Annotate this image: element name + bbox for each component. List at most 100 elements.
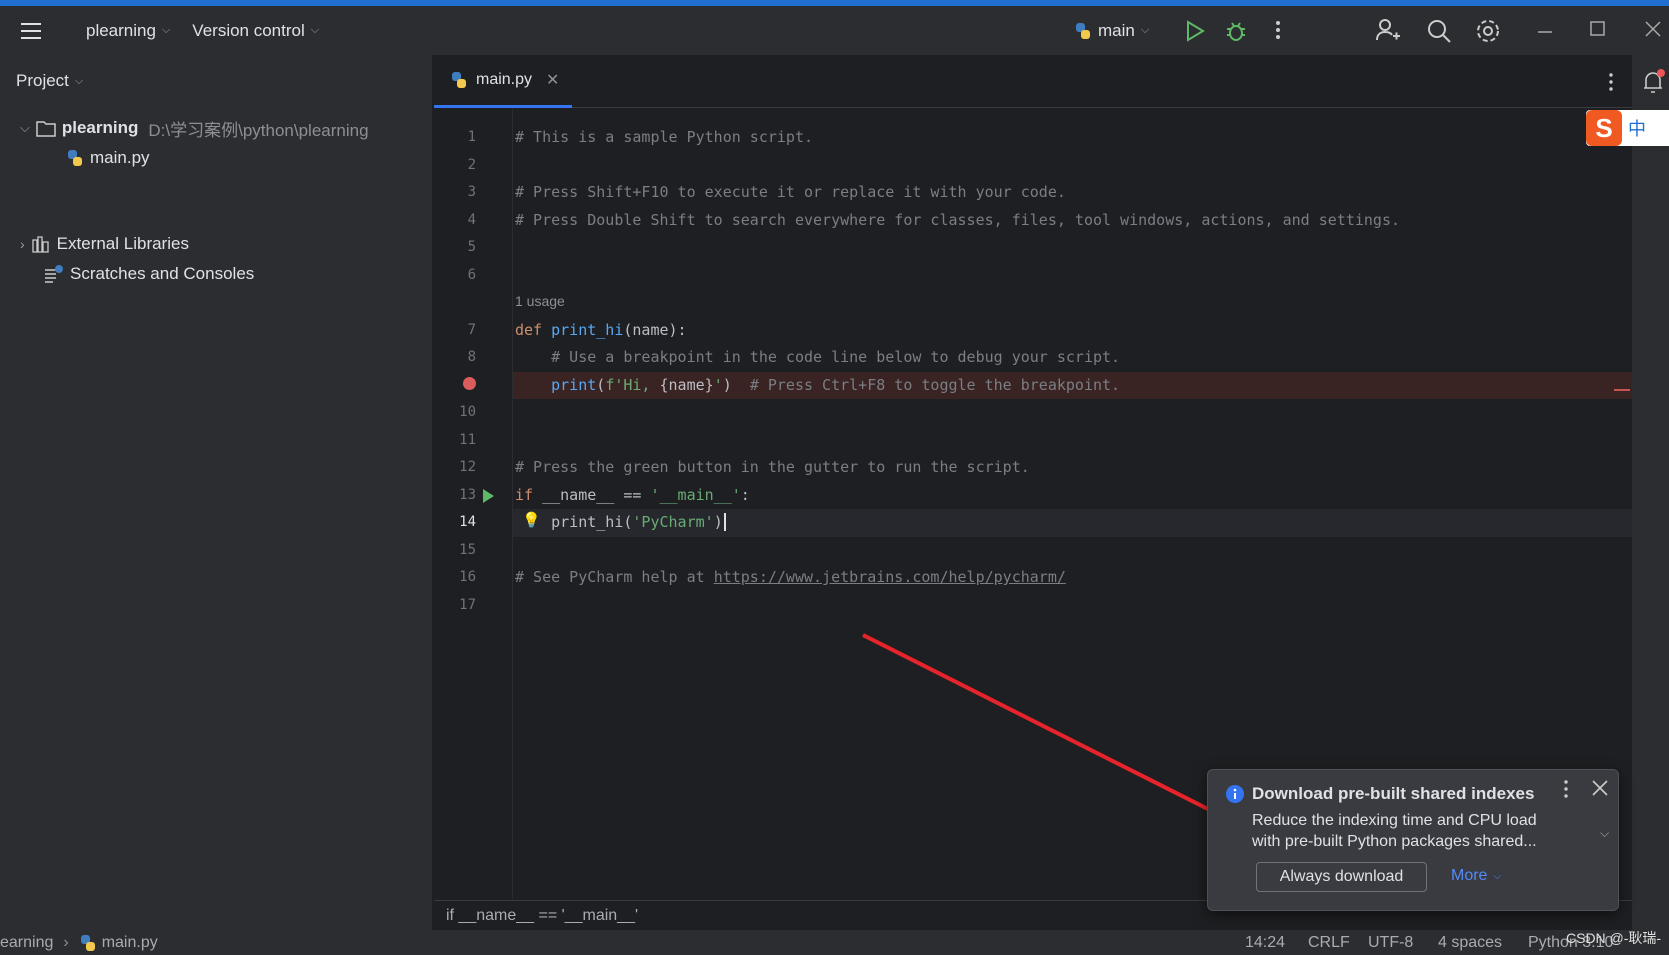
code-line[interactable]: if __name__ == '__main__': (515, 486, 750, 504)
line-number[interactable]: 17 (434, 597, 476, 613)
code-token: (name): (623, 320, 687, 339)
line-number[interactable] (434, 376, 476, 394)
sogou-logo-icon: S (1586, 110, 1622, 146)
line-number[interactable]: 6 (434, 267, 476, 283)
add-user-icon[interactable] (1375, 18, 1401, 44)
chevron-right-icon[interactable]: › (20, 236, 25, 252)
error-stripe-marker[interactable] (1614, 389, 1630, 391)
usage-hint[interactable]: 1 usage (515, 293, 565, 309)
line-separator[interactable]: CRLF (1308, 934, 1350, 952)
vcs-label: Version control (192, 20, 305, 40)
breadcrumb-text: if __name__ == '__main__' (446, 907, 639, 924)
python-file-icon (452, 72, 466, 88)
file-encoding[interactable]: UTF-8 (1368, 934, 1413, 952)
code-line[interactable]: # See PyCharm help at https://www.jetbra… (515, 568, 1066, 586)
line-number[interactable]: 8 (434, 349, 476, 365)
info-icon (1226, 785, 1244, 803)
code-line[interactable]: # Press Double Shift to search everywher… (515, 211, 1400, 229)
always-download-button[interactable]: Always download (1256, 862, 1427, 892)
python-icon (1076, 22, 1090, 39)
text-caret (723, 513, 726, 531)
tree-item-external-libraries[interactable]: › External Libraries (20, 230, 189, 258)
line-number[interactable]: 12 (434, 459, 476, 475)
chevron-down-icon: ⌵ (74, 74, 84, 87)
chevron-down-icon: ⌵ (1140, 24, 1150, 36)
chevron-down-icon: ⌵ (161, 24, 171, 36)
code-token[interactable]: https://www.jetbrains.com/help/pycharm/ (714, 568, 1066, 586)
notifications-bell-icon[interactable] (1642, 69, 1666, 95)
gear-icon[interactable] (1475, 18, 1501, 44)
line-number[interactable]: 11 (434, 432, 476, 448)
chevron-down-icon: ⌵ (310, 24, 320, 36)
run-config-selector[interactable]: main ⌵ (1074, 21, 1149, 41)
tab-main-py[interactable]: main.py ✕ (434, 55, 572, 108)
line-number[interactable]: 15 (434, 542, 476, 558)
gutter-divider (512, 109, 513, 899)
run-icon[interactable] (1185, 20, 1205, 42)
code-token: '__main__' (650, 485, 741, 504)
watermark: CSDN @-耿瑞- (1566, 930, 1662, 946)
tree-item-scratches[interactable]: Scratches and Consoles (44, 260, 254, 288)
status-bar: earning › main.py 14:24 CRLF UTF-8 4 spa… (0, 930, 1669, 955)
line-number[interactable]: 14 (434, 514, 476, 530)
line-number[interactable]: 1 (434, 129, 476, 145)
code-line[interactable]: print_hi('PyCharm') (515, 513, 726, 531)
code-token: # See PyCharm help at (515, 568, 714, 586)
library-icon (32, 236, 49, 253)
search-icon[interactable] (1426, 18, 1452, 44)
indent-setting[interactable]: 4 spaces (1438, 934, 1502, 952)
more-vertical-icon[interactable] (1608, 73, 1614, 91)
code-line[interactable]: print(f'Hi, {name}') # Press Ctrl+F8 to … (515, 376, 1120, 394)
line-number[interactable]: 16 (434, 569, 476, 585)
tree-item-main-py[interactable]: main.py (66, 144, 150, 172)
ime-toolbar[interactable]: S 中 (1586, 110, 1669, 146)
caret-position[interactable]: 14:24 (1245, 934, 1285, 952)
line-number[interactable]: 3 (434, 184, 476, 200)
code-line[interactable]: # This is a sample Python script. (515, 128, 813, 146)
close-window-icon[interactable] (1645, 21, 1661, 37)
code-line[interactable]: # Use a breakpoint in the code line belo… (515, 348, 1120, 366)
status-path-file[interactable]: main.py (102, 934, 158, 952)
debug-bug-icon[interactable] (1225, 20, 1247, 42)
line-number[interactable]: 10 (434, 404, 476, 420)
line-number[interactable]: 4 (434, 212, 476, 228)
code-line[interactable]: def print_hi(name): (515, 321, 687, 339)
status-path-project[interactable]: earning (0, 934, 53, 952)
code-line[interactable]: # Press Shift+F10 to execute it or repla… (515, 183, 1066, 201)
more-vertical-icon[interactable] (1275, 20, 1281, 40)
code-token: # Press the green button in the gutter t… (515, 458, 1030, 476)
close-tab-icon[interactable]: ✕ (546, 70, 559, 90)
chevron-down-icon[interactable]: ⌵ (20, 120, 30, 136)
line-number[interactable]: 13 (434, 487, 476, 503)
run-config-name: main (1098, 20, 1135, 40)
breakpoint-icon[interactable] (463, 376, 476, 390)
close-icon[interactable] (1592, 780, 1608, 796)
line-number[interactable]: 2 (434, 157, 476, 173)
code-token: # Use a breakpoint in the code line belo… (515, 348, 1121, 366)
maximize-icon[interactable] (1590, 21, 1606, 37)
code-token: ' (713, 375, 723, 394)
code-token: print (551, 375, 597, 394)
more-actions-link[interactable]: More ⌵ (1451, 867, 1501, 885)
tree-item-plearning[interactable]: ⌵ plearning D:\学习案例\python\plearning (20, 114, 369, 142)
code-line[interactable]: # Press the green button in the gutter t… (515, 458, 1030, 476)
expand-chevron-icon[interactable]: ⌵ (1600, 826, 1609, 841)
code-token: ( (596, 375, 606, 394)
code-token: if (515, 485, 543, 504)
tree-item-label: plearning (61, 118, 139, 137)
code-token: name (668, 375, 705, 394)
project-switcher[interactable]: plearning ⌵ (86, 21, 170, 41)
minimize-icon[interactable] (1537, 24, 1553, 40)
python-file-icon (68, 150, 82, 166)
vcs-menu[interactable]: Version control ⌵ (192, 21, 319, 41)
gutter-run-icon[interactable] (483, 488, 494, 503)
body-line: with pre-built Python packages shared... (1252, 833, 1537, 850)
line-number[interactable]: 7 (434, 322, 476, 338)
line-number[interactable]: 5 (434, 239, 476, 255)
more-label: More (1451, 867, 1488, 884)
project-view-selector[interactable]: Project ⌵ (16, 71, 83, 91)
more-vertical-icon[interactable] (1563, 780, 1569, 798)
title-bar: plearning ⌵ Version control ⌵ main ⌵ (0, 6, 1669, 55)
main-menu-button[interactable] (20, 22, 42, 40)
code-token: } (704, 375, 714, 394)
